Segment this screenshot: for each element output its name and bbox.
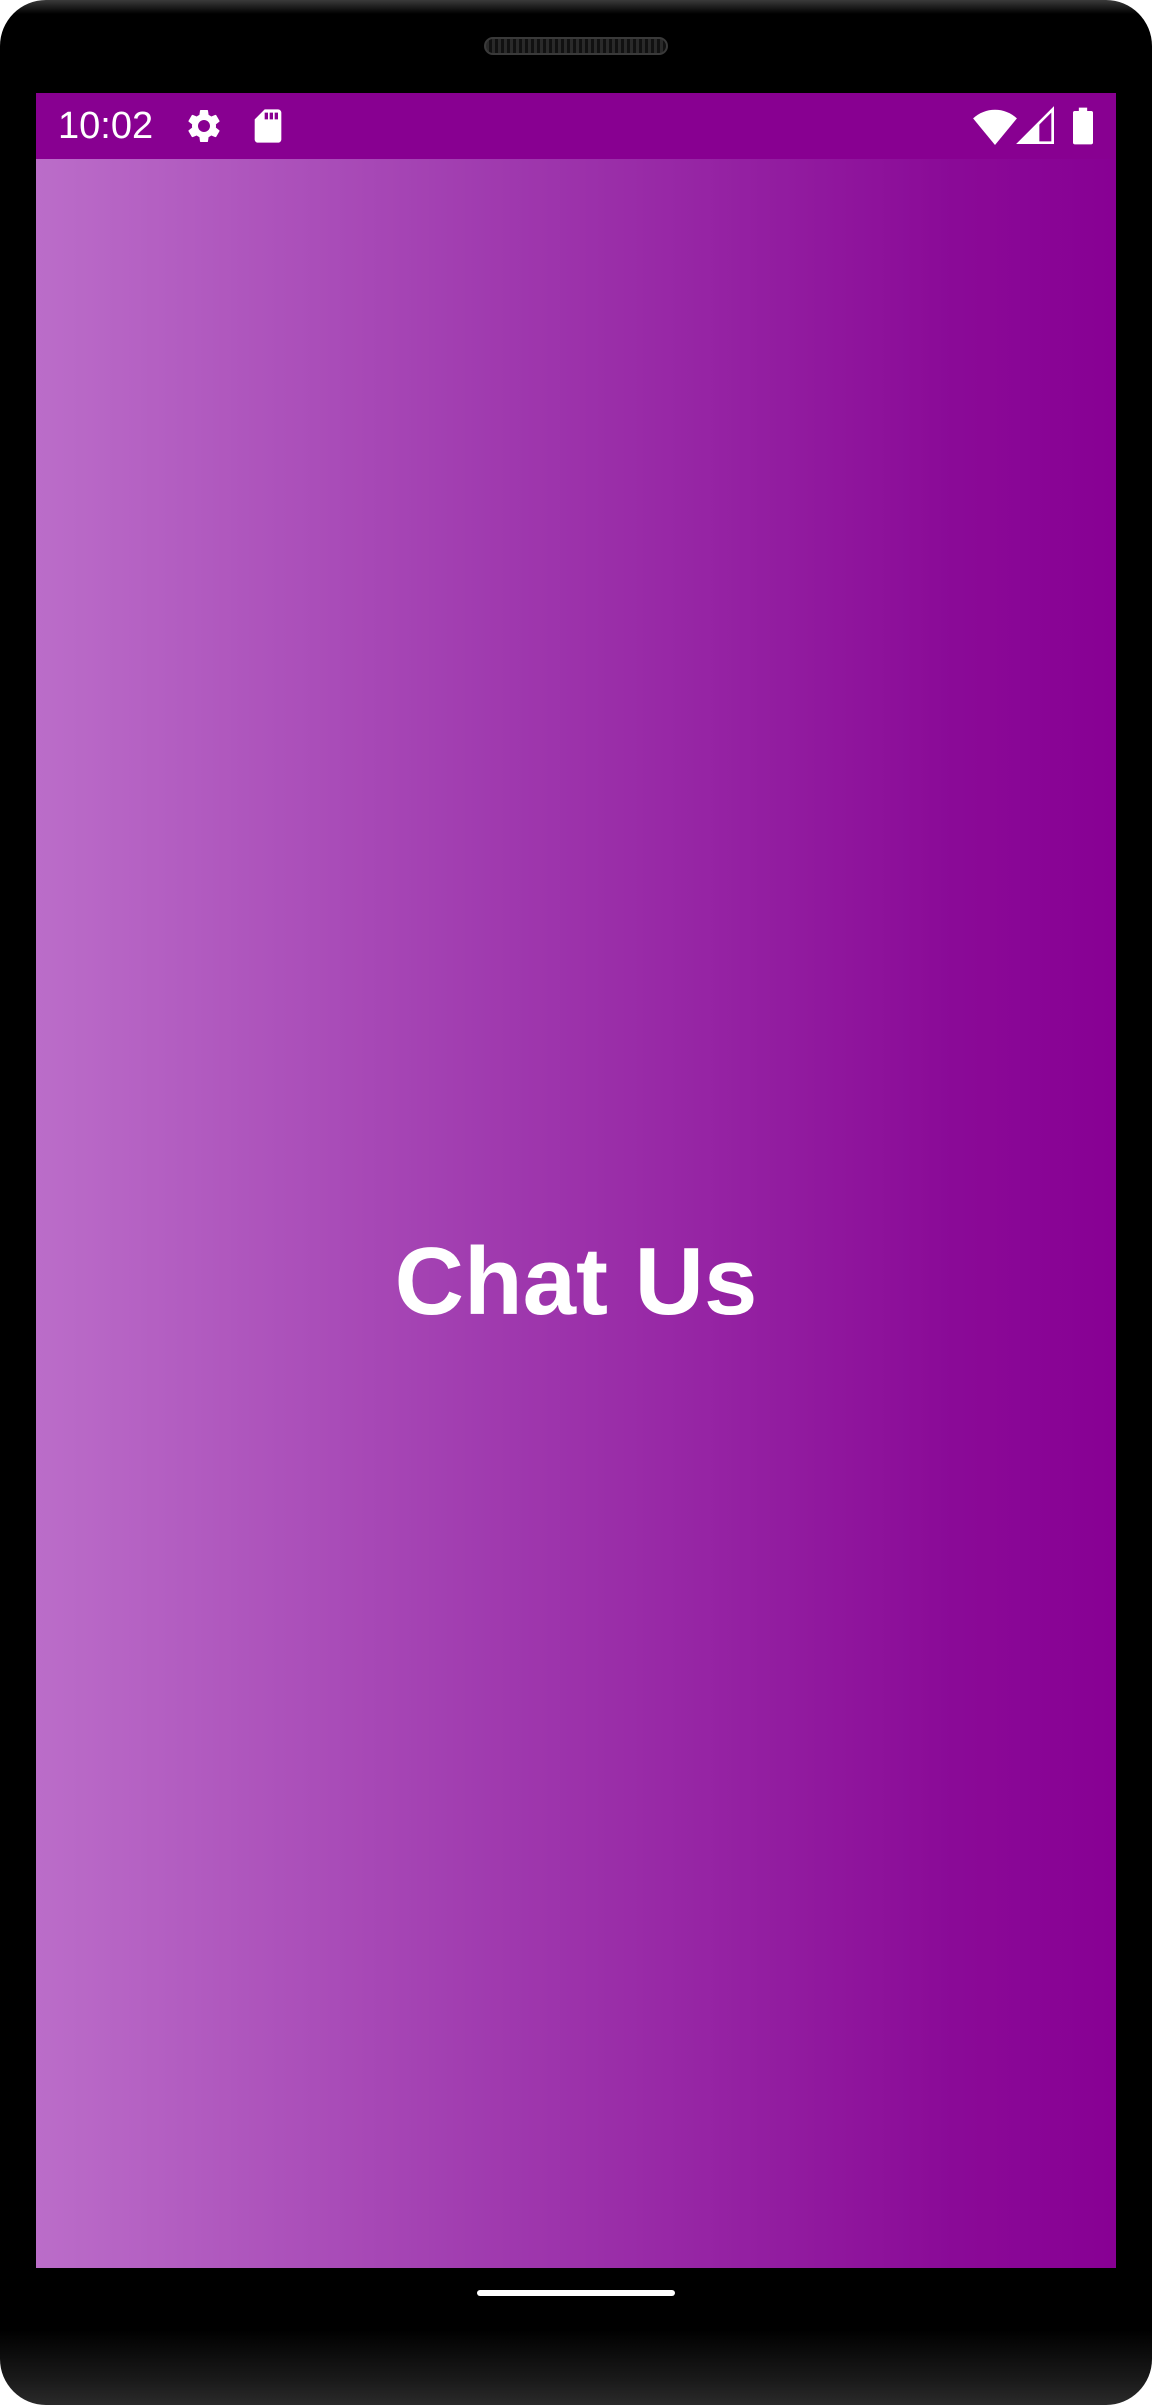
earpiece-speaker: [484, 37, 668, 55]
wifi-icon: [972, 106, 1018, 146]
phone-frame: 10:02 Chat Us: [0, 0, 1152, 2405]
status-time: 10:02: [58, 105, 154, 147]
battery-icon: [1068, 106, 1098, 146]
app-title: Chat Us: [394, 1228, 758, 1335]
cell-signal-icon: [1016, 106, 1056, 146]
gear-icon: [184, 106, 224, 146]
home-indicator[interactable]: [477, 2290, 675, 2296]
sd-card-icon: [248, 106, 288, 146]
screen: 10:02 Chat Us: [36, 93, 1116, 2268]
status-bar: 10:02: [36, 93, 1116, 159]
splash-background: Chat Us: [36, 159, 1116, 2268]
